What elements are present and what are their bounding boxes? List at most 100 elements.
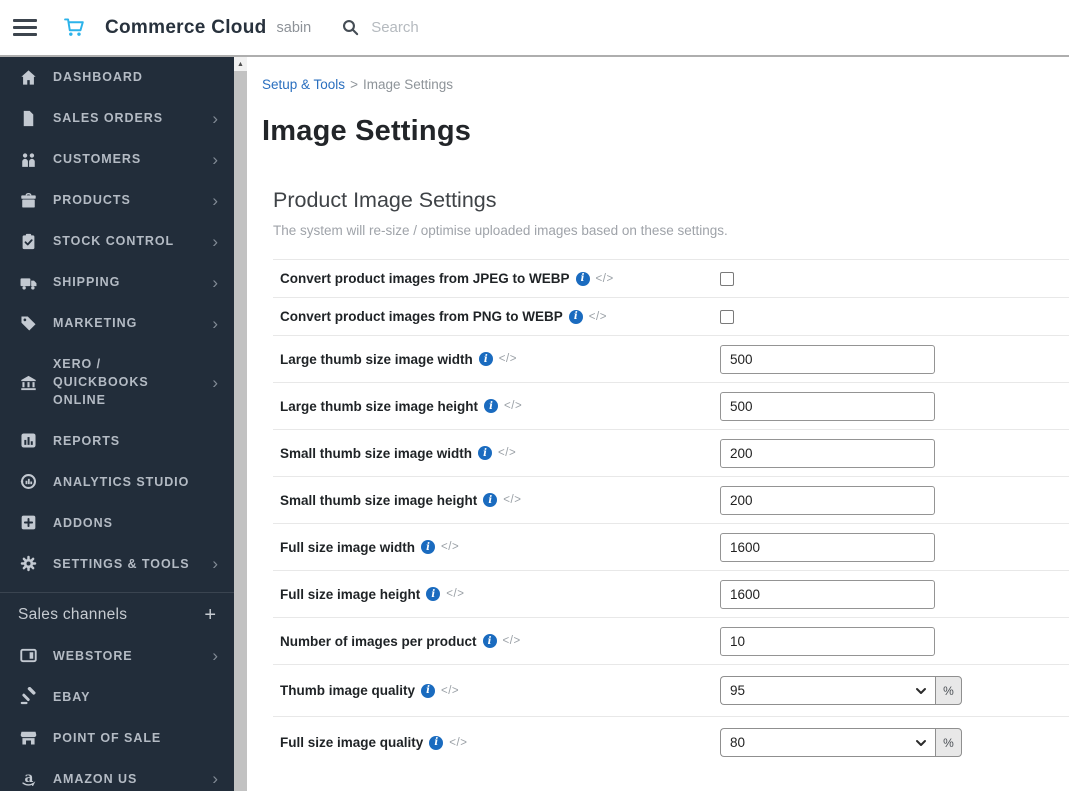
form-label-text: Large thumb size image height [280,398,479,414]
chevron-right-icon: › [212,150,218,169]
add-sales-channel-button[interactable]: + [204,605,216,625]
info-icon[interactable]: i [478,446,493,460]
scrollbar-thumb[interactable] [234,71,247,791]
bar-chart-icon [18,431,38,450]
select-wrap: 80 [720,728,935,757]
info-icon[interactable]: i [483,493,498,507]
code-icon[interactable]: </> [596,273,614,285]
cart-icon[interactable] [63,16,86,39]
sidebar-item-sales-orders[interactable]: SALES ORDERS › [0,98,234,139]
form-label-text: Full size image quality [280,735,424,750]
info-icon[interactable]: i [484,399,499,413]
form-label: Number of images per product i </> [273,634,720,649]
form-row-small-thumb-size-image-width: Small thumb size image width i </> [273,429,1069,476]
form-control: 95% [720,676,962,705]
sidebar-item-label: XERO / QUICKBOOKS ONLINE [53,357,149,408]
people-icon [18,150,38,169]
code-icon[interactable]: </> [449,737,467,749]
sidebar-item-shipping[interactable]: SHIPPING › [0,262,234,303]
chevron-right-icon: › [212,232,218,251]
form-control [720,532,935,562]
convert-product-images-from-png-to-webp-checkbox[interactable] [720,309,734,324]
info-icon[interactable]: i [421,683,436,698]
breadcrumb-current: Image Settings [362,77,454,92]
main-content: Setup & Tools > Image Settings Image Setti… [247,57,1069,791]
full-size-image-height-input[interactable] [720,579,935,609]
form-control [720,438,935,468]
sidebar-item-ebay[interactable]: EBAY [0,676,234,717]
chevron-right-icon: › [212,769,218,789]
sidebar-item-products[interactable]: PRODUCTS › [0,180,234,221]
sidebar-item-analytics-studio[interactable]: ANALYTICS STUDIO [0,461,234,502]
sidebar-item-xero-quickbooks-online[interactable]: XERO / QUICKBOOKS ONLINE › [0,344,234,420]
brand-title[interactable]: Commerce Cloud [105,17,267,39]
chevron-right-icon: › [212,314,218,333]
info-icon[interactable]: i [421,540,436,554]
info-icon[interactable]: i [568,309,583,324]
form-label-text: Small thumb size image width [280,445,473,461]
form-row-thumb-image-quality: Thumb image quality i </> 95% [273,664,1069,716]
full-size-image-quality-select[interactable]: 80 [720,728,935,757]
form-control: 80% [720,728,962,757]
scroll-up-arrow-icon[interactable]: ▲ [234,57,247,71]
chevron-right-icon: › [212,554,218,574]
bank-icon [18,373,38,392]
code-icon[interactable]: </> [504,400,522,412]
sidebar-item-dashboard[interactable]: DASHBOARD [0,57,234,98]
sidebar-item-stock-control[interactable]: STOCK CONTROL › [0,221,234,262]
full-size-image-width-input[interactable] [720,532,935,562]
large-thumb-size-image-height-input[interactable] [720,391,935,421]
code-icon[interactable]: </> [499,353,517,365]
code-icon[interactable]: </> [446,588,464,600]
sidebar-item-reports[interactable]: REPORTS [0,420,234,461]
form-label: Full size image quality i </> [273,735,720,750]
info-icon[interactable]: i [429,735,444,750]
form-row-full-size-image-width: Full size image width i </> [273,523,1069,570]
sidebar-item-label: ANALYTICS STUDIO [53,474,190,489]
small-thumb-size-image-width-input[interactable] [720,438,935,468]
sidebar-item-webstore[interactable]: WEBSTORE › [0,635,234,676]
thumb-image-quality-select[interactable]: 95 [720,676,935,705]
content-scrollbar[interactable]: ▲ [234,57,247,791]
sidebar-item-label: AMAZON US [53,771,138,786]
search-icon[interactable] [341,18,360,37]
form-control [720,626,935,656]
code-icon[interactable]: </> [503,494,521,506]
sidebar-item-amazon-us[interactable]: a AMAZON US › [0,758,234,791]
code-icon[interactable]: </> [503,635,521,647]
form-row-large-thumb-size-image-height: Large thumb size image height i </> [273,382,1069,429]
code-icon[interactable]: </> [441,685,459,697]
code-icon[interactable]: </> [498,447,516,459]
sidebar-item-point-of-sale[interactable]: POINT OF SALE [0,717,234,758]
menu-icon[interactable] [13,19,39,36]
sidebar-item-settings-tools[interactable]: SETTINGS & TOOLS › [0,543,234,584]
breadcrumb-link-setup-tools[interactable]: Setup & Tools [262,77,345,92]
form-control [720,579,935,609]
form-label-text: Convert product images from PNG to WEBP [280,309,563,324]
top-header: Commerce Cloud sabin [0,0,1069,57]
chevron-right-icon: › [212,191,218,210]
info-icon[interactable]: i [478,352,493,366]
form-label: Convert product images from JPEG to WEBP… [273,271,720,286]
sidebar-item-addons[interactable]: ADDONS [0,502,234,543]
info-icon[interactable]: i [575,271,590,286]
sidebar-item-label: DASHBOARD [53,70,143,85]
code-icon[interactable]: </> [589,311,607,323]
chevron-right-icon: › [212,372,218,392]
large-thumb-size-image-width-input[interactable] [720,344,935,374]
info-icon[interactable]: i [482,634,497,648]
form-label-text: Convert product images from JPEG to WEBP [280,271,570,286]
section-description: The system will re-size / optimise uploa… [273,223,728,238]
search-input[interactable] [371,19,562,36]
sidebar-item-label: PRODUCTS [53,193,131,208]
sidebar-item-label: SALES ORDERS [53,111,164,126]
convert-product-images-from-jpeg-to-webp-checkbox[interactable] [720,271,734,286]
sales-channels-header: Sales channels + [0,592,234,635]
code-icon[interactable]: </> [441,541,459,553]
info-icon[interactable]: i [426,587,441,601]
sidebar-item-customers[interactable]: CUSTOMERS › [0,139,234,180]
section-title: Product Image Settings [273,188,497,212]
small-thumb-size-image-height-input[interactable] [720,485,935,515]
sidebar-item-marketing[interactable]: MARKETING › [0,303,234,344]
number-of-images-per-product-input[interactable] [720,626,935,656]
